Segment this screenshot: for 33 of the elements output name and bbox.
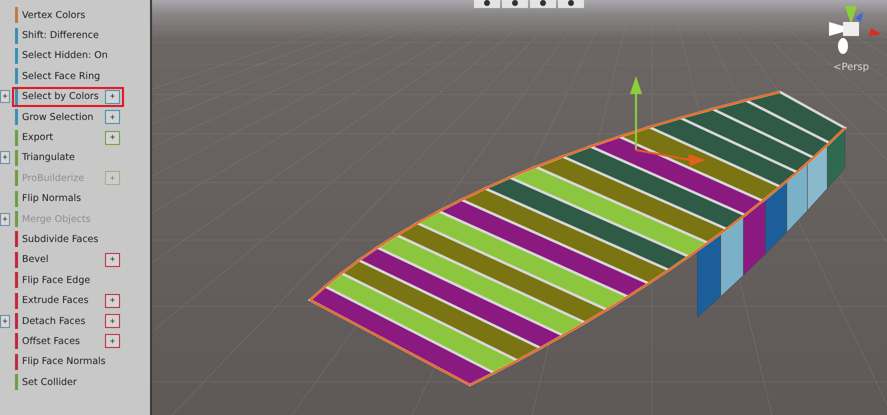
options-button[interactable]: + xyxy=(105,110,120,124)
tool-button[interactable]: Select by Colors xyxy=(18,91,105,102)
options-button[interactable]: + xyxy=(105,130,120,145)
tool-button[interactable]: Vertex Colors xyxy=(18,10,122,21)
toolbar-icon-button[interactable] xyxy=(530,0,556,8)
camera-mode-label[interactable]: <Persp xyxy=(833,62,869,73)
options-button[interactable]: + xyxy=(105,294,120,308)
options-button[interactable]: + xyxy=(105,334,120,348)
options-button[interactable]: + xyxy=(105,90,120,104)
options-button[interactable]: + xyxy=(105,252,120,267)
tool-button[interactable]: Select Face Ring xyxy=(18,70,122,82)
toolbar-icon-button[interactable] xyxy=(558,0,584,8)
side-option-button[interactable]: + xyxy=(0,151,10,164)
tool-button[interactable]: Shift: Difference xyxy=(18,30,122,42)
tool-button[interactable]: Flip Normals xyxy=(18,193,122,204)
tool-button[interactable]: Triangulate xyxy=(18,152,122,164)
toolbar-icon-button[interactable] xyxy=(474,0,500,8)
options-button[interactable]: + xyxy=(105,314,120,328)
tool-button[interactable]: Set Collider xyxy=(18,376,122,388)
tool-button[interactable]: Offset Faces xyxy=(18,336,105,347)
toolbar-icon-button[interactable] xyxy=(502,0,528,8)
tool-button[interactable]: Flip Face Edge xyxy=(18,274,122,286)
tool-button[interactable]: Flip Face Normals xyxy=(18,356,122,368)
move-gizmo-icon[interactable] xyxy=(630,76,706,166)
tool-button[interactable]: Select Hidden: On xyxy=(18,50,122,62)
tool-button[interactable]: Bevel xyxy=(18,254,105,266)
tool-button[interactable]: Detach Faces xyxy=(18,316,105,327)
side-option-button[interactable]: + xyxy=(0,314,10,328)
tool-button[interactable]: Grow Selection xyxy=(18,112,105,123)
tool-button[interactable]: Subdivide Faces xyxy=(18,234,122,245)
tool-button[interactable]: Export xyxy=(18,132,105,144)
side-option-button[interactable]: + xyxy=(0,90,10,104)
tool-button[interactable]: Extrude Faces xyxy=(18,295,105,306)
